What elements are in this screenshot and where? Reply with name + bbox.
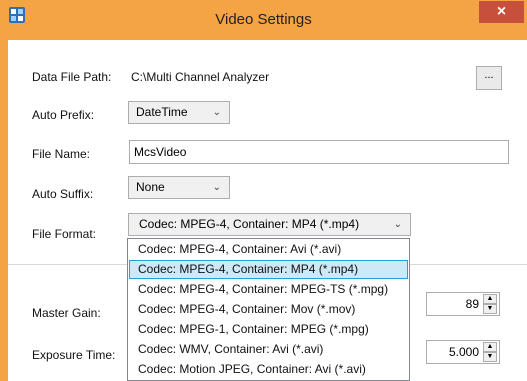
dropdown-option[interactable]: Codec: MPEG-4, Container: MPEG-TS (*.mpg… <box>129 280 408 299</box>
file-name-input[interactable]: McsVideo <box>129 140 509 164</box>
file-name-label: File Name: <box>32 147 91 161</box>
auto-prefix-value: DateTime <box>136 105 188 119</box>
dropdown-option-selected[interactable]: Codec: MPEG-4, Container: MP4 (*.mp4) <box>129 260 408 279</box>
data-file-path-label: Data File Path: <box>32 70 112 84</box>
chevron-down-icon: ⌄ <box>212 107 221 118</box>
master-gain-spinner[interactable]: 89 ▲ ▼ <box>426 292 500 316</box>
window-title: Video Settings <box>215 11 312 28</box>
close-button[interactable]: × <box>479 1 524 23</box>
auto-prefix-label: Auto Prefix: <box>32 108 95 122</box>
spin-up-icon[interactable]: ▲ <box>483 294 497 304</box>
spin-down-icon[interactable]: ▼ <box>483 352 497 362</box>
auto-prefix-combo[interactable]: DateTime ⌄ <box>128 101 230 124</box>
master-gain-label: Master Gain: <box>32 306 101 320</box>
close-icon: × <box>496 3 507 20</box>
dropdown-option[interactable]: Codec: MPEG-4, Container: Avi (*.avi) <box>129 240 408 259</box>
dropdown-option[interactable]: Codec: Motion JPEG, Container: Avi (*.av… <box>129 360 408 379</box>
master-gain-value: 89 <box>465 297 479 311</box>
browse-button[interactable]: ... <box>476 66 502 90</box>
chevron-down-icon: ⌄ <box>212 182 221 193</box>
file-format-label: File Format: <box>32 227 97 241</box>
title-bar[interactable]: Video Settings × <box>0 0 527 40</box>
exposure-time-spinner[interactable]: 5.000 ▲ ▼ <box>426 340 500 364</box>
exposure-time-label: Exposure Time: <box>32 348 116 362</box>
spin-up-icon[interactable]: ▲ <box>483 342 497 352</box>
dropdown-option[interactable]: Codec: MPEG-4, Container: Mov (*.mov) <box>129 300 408 319</box>
chevron-down-icon: ⌄ <box>393 219 402 230</box>
auto-suffix-combo[interactable]: None ⌄ <box>128 176 230 199</box>
exposure-time-value: 5.000 <box>448 345 479 359</box>
file-format-dropdown: Codec: MPEG-4, Container: Avi (*.avi) Co… <box>127 238 410 381</box>
spin-down-icon[interactable]: ▼ <box>483 304 497 314</box>
file-format-value: Codec: MPEG-4, Container: MP4 (*.mp4) <box>139 217 360 231</box>
dropdown-option[interactable]: Codec: WMV, Container: Avi (*.avi) <box>129 340 408 359</box>
auto-suffix-value: None <box>136 180 165 194</box>
video-settings-window: Video Settings × Data File Path: C:\Mult… <box>0 0 527 381</box>
file-format-combo[interactable]: Codec: MPEG-4, Container: MP4 (*.mp4) ⌄ <box>128 213 411 236</box>
data-file-path-value: C:\Multi Channel Analyzer <box>131 70 270 84</box>
auto-suffix-label: Auto Suffix: <box>32 187 94 201</box>
dropdown-option[interactable]: Codec: MPEG-1, Container: MPEG (*.mpg) <box>129 320 408 339</box>
